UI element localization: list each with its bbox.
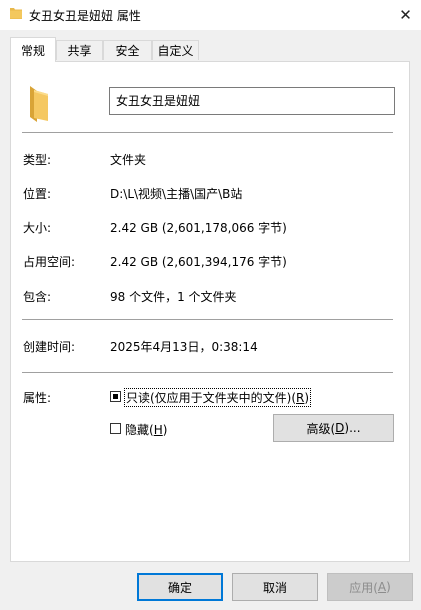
- advanced-hotkey: D: [335, 421, 345, 435]
- created-label: 创建时间:: [23, 340, 76, 354]
- hidden-text-end: ): [162, 423, 168, 437]
- hidden-checkbox[interactable]: [110, 423, 121, 434]
- readonly-text: 只读(仅应用于文件夹中的文件)(: [126, 391, 297, 405]
- advanced-text-end: )...: [344, 421, 361, 435]
- size-on-disk-label: 占用空间:: [23, 255, 76, 269]
- tab-label: 安全: [115, 44, 140, 58]
- separator: [22, 132, 393, 133]
- tab-label: 自定义: [157, 44, 194, 58]
- size-value: 2.42 GB (2,601,178,066 字节): [110, 221, 287, 235]
- ok-button[interactable]: 确定: [137, 573, 223, 601]
- advanced-button[interactable]: 高级(D)...: [273, 414, 394, 442]
- ok-label: 确定: [167, 580, 192, 595]
- type-value: 文件夹: [110, 153, 147, 167]
- location-label: 位置:: [23, 187, 52, 201]
- general-panel: [10, 61, 410, 562]
- close-icon: ✕: [399, 6, 412, 24]
- advanced-text: 高级(: [306, 421, 336, 436]
- apply-button[interactable]: 应用(A): [327, 573, 413, 601]
- cancel-label: 取消: [262, 580, 287, 595]
- separator: [22, 372, 393, 373]
- contains-value: 98 个文件，1 个文件夹: [110, 290, 237, 304]
- readonly-text-end: ): [304, 391, 310, 405]
- tab-label: 常规: [20, 43, 45, 58]
- type-label: 类型:: [23, 153, 52, 167]
- readonly-checkbox[interactable]: [110, 391, 121, 402]
- window-title: 女丑女丑是妞妞 属性: [29, 9, 141, 23]
- checkbox-box[interactable]: [110, 391, 121, 402]
- apply-text-end: ): [386, 580, 391, 594]
- size-on-disk-value: 2.42 GB (2,601,394,176 字节): [110, 255, 287, 269]
- location-value: D:\L\视频\主播\国产\B站: [110, 187, 243, 201]
- cancel-button[interactable]: 取消: [232, 573, 318, 601]
- hidden-hotkey: H: [153, 423, 163, 437]
- indeterminate-mark: [113, 394, 118, 399]
- tab-general[interactable]: 常规: [10, 37, 56, 62]
- tab-label: 共享: [67, 44, 92, 58]
- hidden-label[interactable]: 隐藏(H): [125, 421, 167, 438]
- apply-text: 应用(: [349, 580, 378, 595]
- folder-large-icon: [30, 86, 48, 122]
- checkbox-box[interactable]: [110, 423, 121, 434]
- created-value: 2025年4月13日，0:38:14: [110, 340, 258, 354]
- separator: [22, 319, 393, 320]
- hidden-text: 隐藏(: [125, 423, 154, 437]
- tab-sharing[interactable]: 共享: [56, 40, 103, 60]
- apply-hotkey: A: [377, 580, 387, 594]
- folder-name-input[interactable]: 女丑女丑是妞妞: [109, 87, 395, 115]
- folder-icon: [10, 8, 22, 19]
- size-label: 大小:: [23, 221, 52, 235]
- readonly-label[interactable]: 只读(仅应用于文件夹中的文件)(R): [124, 388, 312, 407]
- close-button[interactable]: ✕: [390, 0, 421, 30]
- attributes-label: 属性:: [23, 391, 52, 405]
- tab-customize[interactable]: 自定义: [152, 40, 199, 60]
- contains-label: 包含:: [23, 290, 52, 304]
- tab-security[interactable]: 安全: [103, 40, 152, 60]
